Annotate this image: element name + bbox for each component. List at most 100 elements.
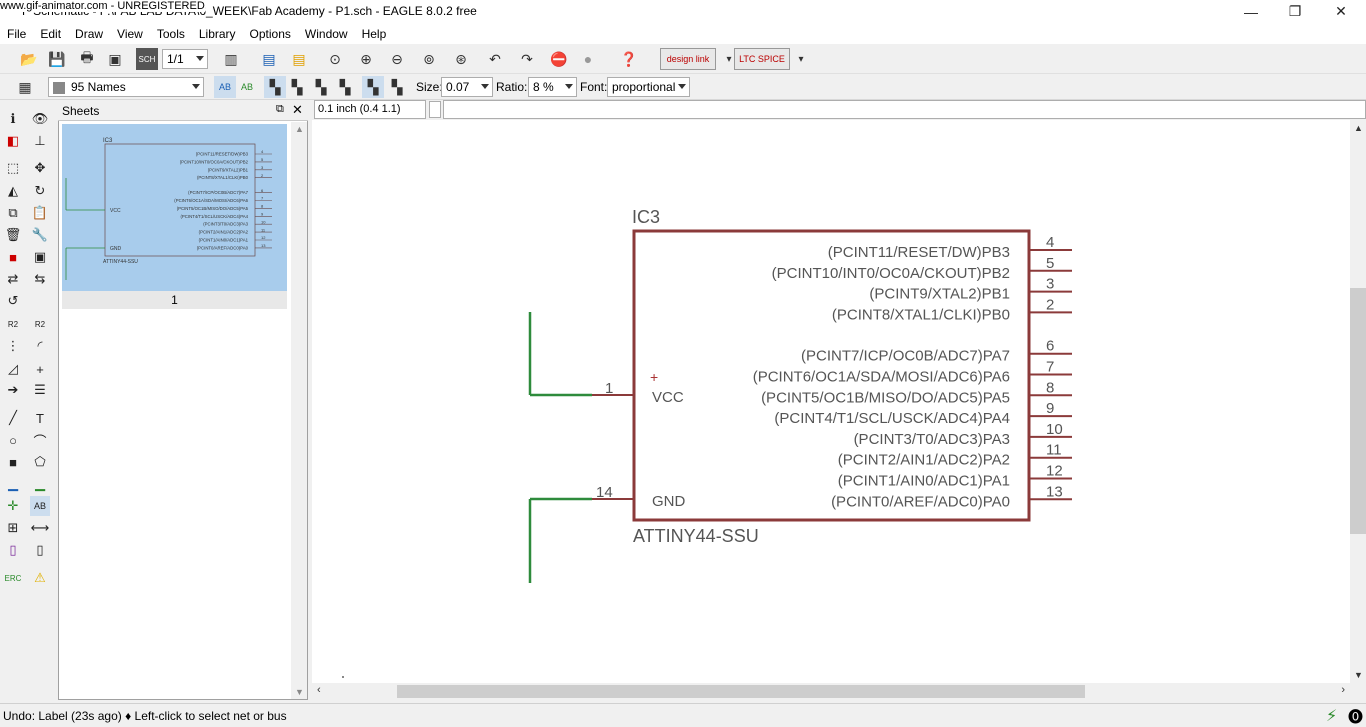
zoom-out-icon[interactable]: ⊖ bbox=[386, 48, 408, 70]
gate-icon[interactable]: ↺ bbox=[3, 291, 23, 311]
print-icon[interactable]: 🖶 bbox=[76, 48, 98, 70]
copy-icon[interactable]: ⧉ bbox=[3, 203, 23, 223]
show-icon[interactable]: 👁 bbox=[30, 109, 50, 129]
net-icon[interactable]: ▁ bbox=[30, 474, 50, 494]
change-icon[interactable]: 🔧 bbox=[30, 225, 50, 245]
add-icon[interactable]: ■ bbox=[3, 247, 23, 267]
replace-icon[interactable]: ▣ bbox=[30, 247, 50, 267]
cam-icon[interactable]: ▣ bbox=[104, 48, 126, 70]
command-input[interactable] bbox=[443, 100, 1366, 119]
align-3-icon[interactable]: ▚ bbox=[310, 76, 332, 98]
menu-edit[interactable]: Edit bbox=[33, 27, 68, 41]
label-xref-on-icon[interactable]: AB bbox=[236, 76, 258, 98]
move-group-icon[interactable]: ➔ bbox=[3, 380, 23, 400]
polygon-icon[interactable]: ⬠ bbox=[30, 452, 50, 472]
close-button[interactable]: ✕ bbox=[1318, 0, 1364, 23]
frame-icon[interactable]: ▯ bbox=[3, 540, 23, 560]
sheets-scrollbar[interactable]: ▲ ▼ bbox=[291, 122, 307, 699]
value-icon[interactable]: R2 bbox=[30, 314, 50, 334]
undo-icon[interactable]: ↶ bbox=[484, 48, 506, 70]
rotate-icon[interactable]: ↻ bbox=[30, 181, 50, 201]
label-icon[interactable]: AB bbox=[30, 496, 50, 516]
zoom-fit-icon[interactable]: ⊙ bbox=[324, 48, 346, 70]
go-icon[interactable]: ● bbox=[577, 48, 599, 70]
smash-icon[interactable]: ⋮ bbox=[3, 336, 23, 356]
stop-icon[interactable]: ⛔ bbox=[548, 48, 570, 70]
menu-draw[interactable]: Draw bbox=[68, 27, 110, 41]
group-icon[interactable]: ⬚ bbox=[3, 158, 23, 178]
menu-tools[interactable]: Tools bbox=[150, 27, 192, 41]
ltc-spice-button[interactable]: LTC SPICE bbox=[734, 48, 790, 70]
align-5-icon[interactable]: ▚ bbox=[362, 76, 384, 98]
menu-library[interactable]: Library bbox=[192, 27, 243, 41]
invoke-icon[interactable]: + bbox=[30, 359, 50, 379]
erc-icon[interactable]: ERC bbox=[3, 568, 23, 588]
font-select[interactable]: proportional bbox=[607, 77, 690, 97]
menu-file[interactable]: File bbox=[0, 27, 33, 41]
open-icon[interactable]: 📂 bbox=[18, 48, 40, 70]
ltc-spice-dropdown-icon[interactable]: ▾ bbox=[790, 48, 812, 70]
sheet-thumbnail[interactable]: IC3 VCC GND ATTINY44-SSU (PCINT11/RESET/… bbox=[62, 124, 287, 291]
size-select[interactable]: 0.07 bbox=[441, 77, 493, 97]
save-icon[interactable]: 💾 bbox=[46, 48, 68, 70]
menu-view[interactable]: View bbox=[110, 27, 150, 41]
arc-icon[interactable]: ⌒ bbox=[30, 430, 50, 450]
stop-status-icon[interactable]: ⓿ bbox=[1348, 706, 1363, 727]
layer-select[interactable]: 95 Names bbox=[48, 77, 204, 97]
vertical-scroll-thumb[interactable] bbox=[1350, 288, 1366, 534]
design-link-button[interactable]: design link bbox=[660, 48, 716, 70]
zoom-in-icon[interactable]: ⊕ bbox=[355, 48, 377, 70]
rect-icon[interactable]: ■ bbox=[3, 452, 23, 472]
junction-icon[interactable]: ✛ bbox=[3, 496, 23, 516]
split-icon[interactable]: ◿ bbox=[3, 359, 23, 379]
text-icon[interactable]: T bbox=[30, 408, 50, 428]
redo-icon[interactable]: ↷ bbox=[516, 48, 538, 70]
minimize-button[interactable]: — bbox=[1228, 0, 1274, 23]
zoom-select-icon[interactable]: ⊛ bbox=[450, 48, 472, 70]
horizontal-scroll-thumb[interactable] bbox=[397, 685, 1085, 698]
align-1-icon[interactable]: ▚ bbox=[264, 76, 286, 98]
miter-icon[interactable]: ◜ bbox=[30, 336, 50, 356]
label-xref-off-icon[interactable]: AB bbox=[214, 76, 236, 98]
errors-icon[interactable]: ⚠ bbox=[30, 568, 50, 588]
command-history-button[interactable] bbox=[429, 101, 441, 118]
lightning-icon[interactable]: ⚡ bbox=[1326, 706, 1337, 726]
pinswap-icon[interactable]: ⇄ bbox=[3, 269, 23, 289]
mark-icon[interactable]: ⊥ bbox=[30, 131, 50, 151]
grid-icon[interactable]: ▦ bbox=[14, 76, 36, 98]
mirror-icon[interactable]: ◭ bbox=[3, 181, 23, 201]
name-icon[interactable]: R2 bbox=[3, 314, 23, 334]
vertical-scrollbar[interactable]: ▲ ▼ bbox=[1350, 120, 1366, 683]
menu-window[interactable]: Window bbox=[298, 27, 355, 41]
menu-options[interactable]: Options bbox=[243, 27, 298, 41]
panel-close-icon[interactable]: ✕ bbox=[292, 102, 303, 118]
bus-icon[interactable]: ▁ bbox=[3, 474, 23, 494]
delete-icon[interactable]: 🗑 bbox=[3, 225, 23, 245]
paste-icon[interactable]: 📋 bbox=[30, 203, 50, 223]
align-2-icon[interactable]: ▚ bbox=[286, 76, 308, 98]
script-icon[interactable]: ▤ bbox=[258, 48, 280, 70]
circle-icon[interactable]: ○ bbox=[3, 430, 23, 450]
help-icon[interactable]: ❓ bbox=[618, 48, 640, 70]
horizontal-scrollbar[interactable]: ‹ › bbox=[312, 683, 1350, 700]
move-icon[interactable]: ✥ bbox=[30, 158, 50, 178]
library-icon[interactable]: ▥ bbox=[220, 48, 242, 70]
menu-help[interactable]: Help bbox=[355, 27, 394, 41]
display-icon[interactable]: ◧ bbox=[3, 131, 23, 151]
gateswap-icon[interactable]: ⇆ bbox=[30, 269, 50, 289]
sch-brd-switch-icon[interactable]: SCH bbox=[136, 48, 158, 70]
ulp-icon[interactable]: ▤ bbox=[288, 48, 310, 70]
ratio-select[interactable]: 8 % bbox=[528, 77, 577, 97]
align-4-icon[interactable]: ▚ bbox=[334, 76, 356, 98]
maximize-button[interactable]: ❐ bbox=[1272, 0, 1318, 23]
module-icon[interactable]: ▯ bbox=[30, 540, 50, 560]
dimension-icon[interactable]: ⟷ bbox=[30, 518, 50, 538]
float-icon[interactable]: ⧉ bbox=[276, 103, 284, 116]
schematic-canvas[interactable]: IC3 ATTINY44-SSU 1 VCC + 14 GND (PCINT11… bbox=[312, 120, 1350, 683]
align-6-icon[interactable]: ▚ bbox=[386, 76, 408, 98]
info-icon[interactable]: ℹ bbox=[3, 109, 23, 129]
line-icon[interactable]: ╱ bbox=[3, 408, 23, 428]
attribute-icon[interactable]: ⊞ bbox=[3, 518, 23, 538]
zoom-redraw-icon[interactable]: ⊚ bbox=[418, 48, 440, 70]
sheet-select[interactable]: 1/1 bbox=[162, 49, 208, 69]
